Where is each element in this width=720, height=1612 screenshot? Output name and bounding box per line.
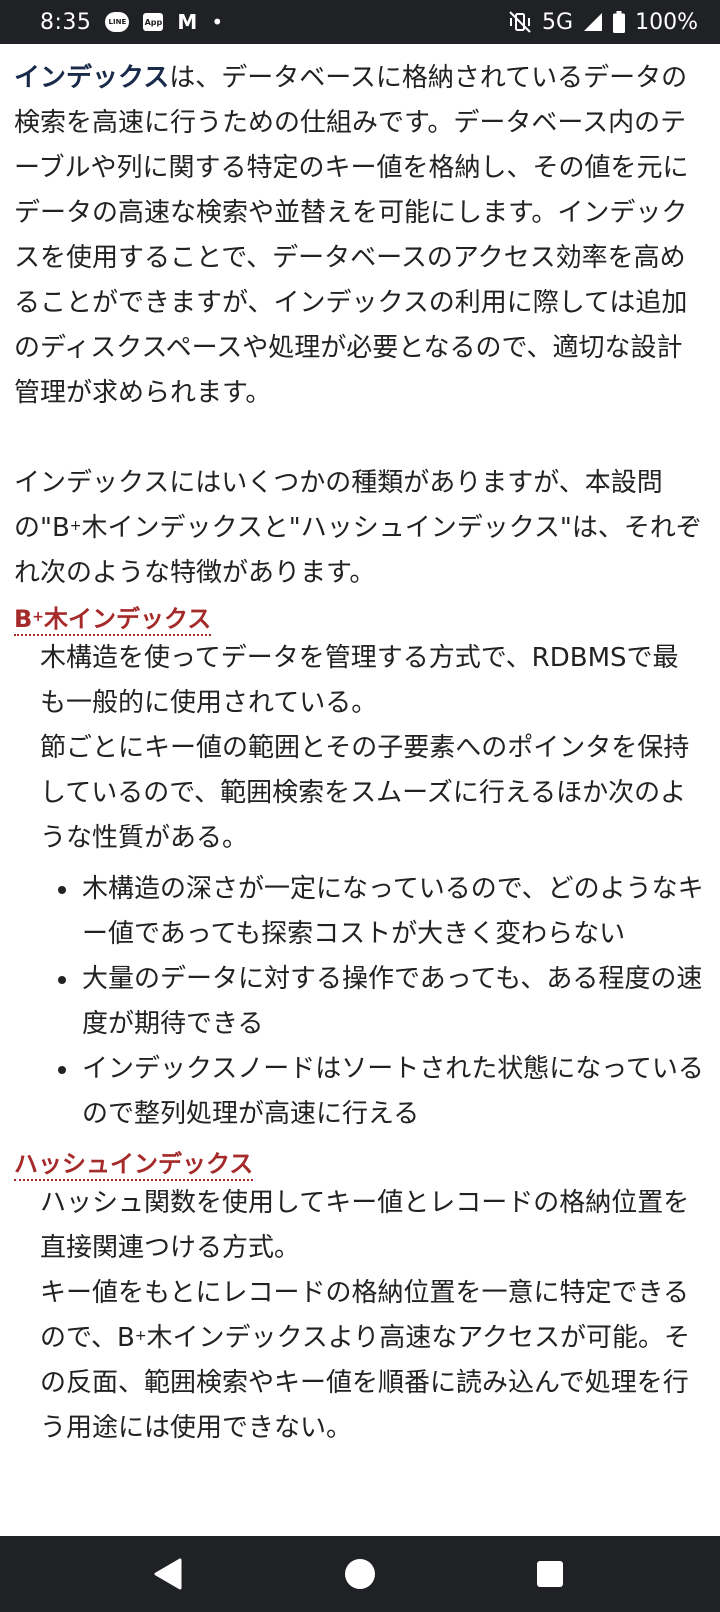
btree-term-link[interactable]: B+木インデックス xyxy=(14,604,212,636)
hash-def2-sup: + xyxy=(134,1328,147,1344)
btree-term-sup: + xyxy=(32,609,45,625)
battery-icon xyxy=(613,11,626,33)
back-button[interactable] xyxy=(150,1554,190,1594)
hash-term-link[interactable]: ハッシュインデックス xyxy=(14,1149,254,1181)
btree-definition-1: 木構造を使ってデータを管理する方式で、RDBMSで最も一般的に使用されている。 xyxy=(40,643,679,718)
btree-term-b: B xyxy=(14,605,33,633)
keyword-index: インデックス xyxy=(14,63,170,93)
types-text-b: 木インデックスと"ハッシュインデックス"は、それぞれ次のような特徴があります。 xyxy=(14,513,702,588)
list-item: 大量のデータに対する操作であっても、ある程度の速度が期待できる xyxy=(80,957,704,1047)
signal-icon xyxy=(583,12,603,32)
network-type: 5G xyxy=(542,9,574,35)
line-notification-icon: LINE xyxy=(105,12,130,32)
more-notifications-icon: • xyxy=(211,10,224,34)
hash-definition-1: ハッシュ関数を使用してキー値とレコードの格納位置を直接関連つける方式。 xyxy=(40,1188,690,1263)
btree-term-rest: 木インデックス xyxy=(44,605,212,633)
types-paragraph: インデックスにはいくつかの種類がありますが、本設問の"B+木インデックスと"ハッ… xyxy=(14,461,704,596)
intro-text: は、データベースに格納されているデータの検索を高速に行うための仕組みです。データ… xyxy=(14,63,689,408)
home-circle-icon xyxy=(345,1559,375,1589)
navigation-bar xyxy=(0,1536,720,1612)
battery-level: 100% xyxy=(635,9,698,35)
superscript-plus: + xyxy=(69,518,82,534)
clock: 8:35 xyxy=(40,9,92,35)
back-triangle-icon xyxy=(154,1558,182,1590)
home-button[interactable] xyxy=(340,1554,380,1594)
app-notification-icon: App xyxy=(143,13,164,31)
recents-square-icon xyxy=(537,1561,563,1587)
recents-button[interactable] xyxy=(530,1554,570,1594)
btree-section: B+木インデックス 木構造を使ってデータを管理する方式で、RDBMSで最も一般的… xyxy=(14,596,704,1137)
mute-vibrate-icon xyxy=(508,11,532,33)
gmail-notification-icon: M xyxy=(177,10,198,34)
status-bar: 8:35 LINE App M • 5G 100% xyxy=(0,0,720,44)
btree-feature-list: 木構造の深さが一定になっているので、どのようなキー値であっても探索コストが大きく… xyxy=(14,867,704,1137)
list-item: 木構造の深さが一定になっているので、どのようなキー値であっても探索コストが大きく… xyxy=(80,867,704,957)
list-item: インデックスノードはソートされた状態になっているので整列処理が高速に行える xyxy=(80,1047,704,1137)
hash-definition-2: キー値をもとにレコードの格納位置を一意に特定できるので、B+木インデックスより高… xyxy=(40,1271,704,1451)
hash-section: ハッシュインデックス ハッシュ関数を使用してキー値とレコードの格納位置を直接関連… xyxy=(14,1141,704,1451)
btree-definition-2: 節ごとにキー値の範囲とその子要素へのポインタを保持しているので、範囲検索をスムー… xyxy=(40,733,690,853)
intro-paragraph: インデックスは、データベースに格納されているデータの検索を高速に行うための仕組み… xyxy=(14,56,704,416)
article-content: インデックスは、データベースに格納されているデータの検索を高速に行うための仕組み… xyxy=(14,56,704,1451)
